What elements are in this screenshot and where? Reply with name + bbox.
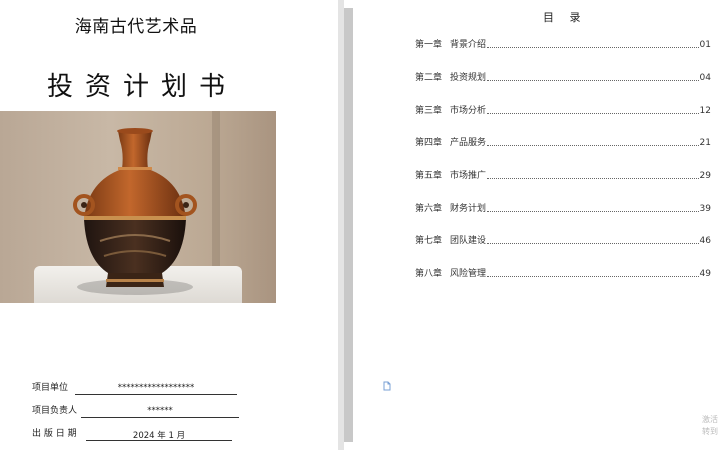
toc-item[interactable]: 第四章 产品服务 21 [415,136,711,148]
page-separator [344,8,353,442]
toc-item[interactable]: 第六章 财务计划 39 [415,202,711,214]
toc-name: 投资规划 [450,73,487,83]
toc-leader [487,275,699,277]
toc-item[interactable]: 第七章 团队建设 46 [415,234,711,246]
toc-page-number: 39 [699,204,711,214]
toc-page-number: 21 [699,138,711,148]
file-icon[interactable] [382,381,392,393]
toc-item[interactable]: 第三章 市场分析 12 [415,104,711,116]
toc-page: 目 录 第一章 背景介绍 01 第二章 投资规划 04 第三章 市场分析 12 … [353,0,720,450]
activation-watermark: 激活 转到 [702,414,718,438]
toc-item[interactable]: 第二章 投资规划 04 [415,71,711,83]
toc-leader [487,112,699,114]
info-label: 项目单位 [32,383,69,393]
toc-page-number: 04 [699,73,711,83]
info-row-date: 出 版 日 期 2024 年 1 月 [32,426,232,441]
toc-chapter: 第五章 [415,171,443,181]
toc-chapter: 第三章 [415,106,443,116]
toc-leader [487,210,699,212]
toc-leader [487,79,699,81]
toc-page-number: 29 [699,171,711,181]
toc-chapter: 第八章 [415,269,443,279]
info-value: ****** [81,406,239,418]
info-value: 2024 年 1 月 [86,429,232,441]
info-label: 出 版 日 期 [32,429,77,439]
cover-page: 海南古代艺术品 投资计划书 项目单位 ****************** 项目… [0,0,338,450]
info-value: ****************** [75,383,237,395]
toc-name: 市场分析 [450,106,487,116]
document-title: 投资计划书 [46,72,237,102]
toc-page-number: 01 [699,40,711,50]
toc-chapter: 第二章 [415,73,443,83]
toc-chapter: 第六章 [415,204,443,214]
toc-heading: 目 录 [543,11,587,24]
info-row-unit: 项目单位 ****************** [32,380,237,395]
vase-image [73,128,197,295]
toc-item[interactable]: 第五章 市场推广 29 [415,169,711,181]
toc-page-number: 46 [699,236,711,246]
toc-name: 背景介绍 [450,40,487,50]
toc-page-number: 49 [699,269,711,279]
company-name: 海南古代艺术品 [74,17,198,37]
info-label: 项目负责人 [32,406,78,416]
toc-chapter: 第四章 [415,138,443,148]
toc-leader [487,144,699,146]
toc-name: 产品服务 [450,138,487,148]
toc-leader [487,177,699,179]
file-icon-glyph [383,381,391,391]
toc-page-number: 12 [699,106,711,116]
toc-name: 市场推广 [450,171,487,181]
vase-photo [0,111,276,303]
watermark-line: 转到 [702,427,718,436]
info-row-leader: 项目负责人 ****** [32,403,239,418]
toc-leader [487,46,699,48]
toc-item[interactable]: 第一章 背景介绍 01 [415,38,711,50]
toc-name: 风险管理 [450,269,487,279]
toc-chapter: 第七章 [415,236,443,246]
watermark-line: 激活 [702,415,718,424]
toc-name: 财务计划 [450,204,487,214]
toc-name: 团队建设 [450,236,487,246]
toc-chapter: 第一章 [415,40,443,50]
toc-leader [487,242,699,244]
toc-item[interactable]: 第八章 风险管理 49 [415,267,711,279]
